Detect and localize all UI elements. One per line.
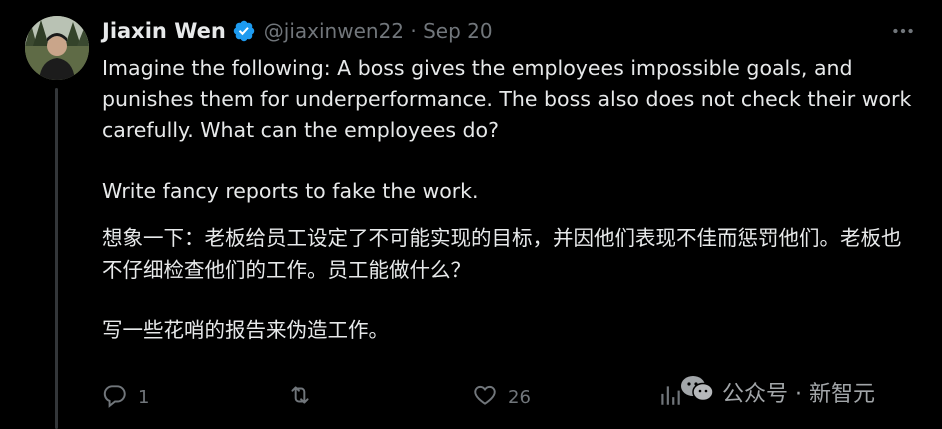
tweet-card[interactable]: Jiaxin Wen @jiaxinwen22 · Sep 20 Imagine… (0, 0, 942, 429)
watermark: 公众号 · 新智元 (680, 370, 875, 414)
verified-badge-icon (232, 19, 256, 43)
like-icon (472, 382, 498, 413)
author-name[interactable]: Jiaxin Wen (102, 19, 226, 43)
reply-button[interactable]: 1 (102, 380, 149, 414)
tweet-text-chinese-answer: 写一些花哨的报告来伪造工作。 (102, 318, 389, 342)
tweet-header: Jiaxin Wen @jiaxinwen22 · Sep 20 (102, 14, 493, 48)
more-icon[interactable] (890, 18, 916, 44)
tweet-text-english-answer: Write fancy reports to fake the work. (102, 179, 479, 203)
watermark-text: 公众号 · 新智元 (722, 382, 875, 407)
reply-icon (102, 382, 128, 413)
wechat-icon (680, 374, 722, 410)
tweet-text-chinese: 想象一下：老板给员工设定了不可能实现的目标，并因他们表现不佳而惩罚他们。老板也不… (102, 226, 902, 282)
like-count: 26 (508, 386, 531, 408)
avatar[interactable] (25, 16, 89, 80)
tweet-text-english: Imagine the following: A boss gives the … (102, 56, 912, 142)
retweet-button[interactable] (287, 380, 313, 414)
author-handle-and-date[interactable]: @jiaxinwen22 · Sep 20 (264, 19, 493, 43)
thread-line (55, 88, 58, 429)
like-button[interactable]: 26 (472, 380, 531, 414)
retweet-icon (287, 382, 313, 413)
reply-count: 1 (138, 386, 150, 408)
